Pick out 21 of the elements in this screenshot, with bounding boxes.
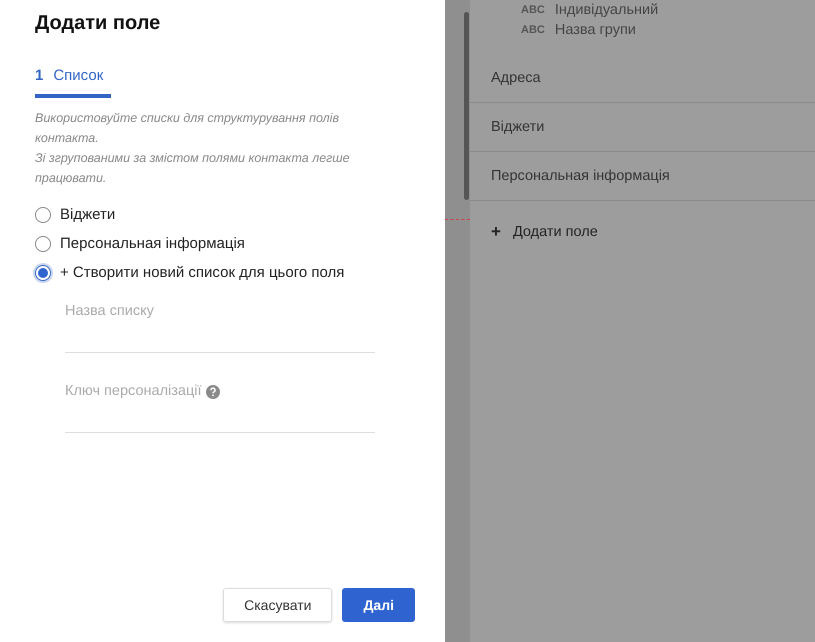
help-icon[interactable] [206,385,220,399]
field-name: Назва групи [554,22,636,38]
group-item[interactable]: Віджети [470,103,815,152]
next-button[interactable]: Далі [342,588,415,622]
type-label: ABC [521,24,545,36]
option-label[interactable]: Віджети [60,206,116,223]
group-item[interactable]: Персональная інформація [470,152,815,201]
type-label: ABC [521,4,545,16]
field-name: Індивідуальний [554,2,658,18]
radio-button[interactable] [35,236,51,252]
description: Використовуйте списки для структурування полів контакта. Зі згрупованими за змістом полями контакта легше працювати. [35,110,351,187]
radio-button[interactable] [35,206,51,222]
group-item[interactable]: Адреса [470,54,815,103]
option-label[interactable]: Персональная інформація [60,235,245,252]
radio-button[interactable] [35,264,51,280]
dialog-title: Додати поле [35,12,162,35]
scrollbar[interactable] [464,12,469,200]
option-label[interactable]: + Створити новий список для цього поля [60,264,344,281]
step-tab[interactable]: 1 Список [35,67,111,98]
cancel-button[interactable]: Скасувати [223,588,332,622]
add-field-button[interactable]: + Додати поле [470,201,815,263]
